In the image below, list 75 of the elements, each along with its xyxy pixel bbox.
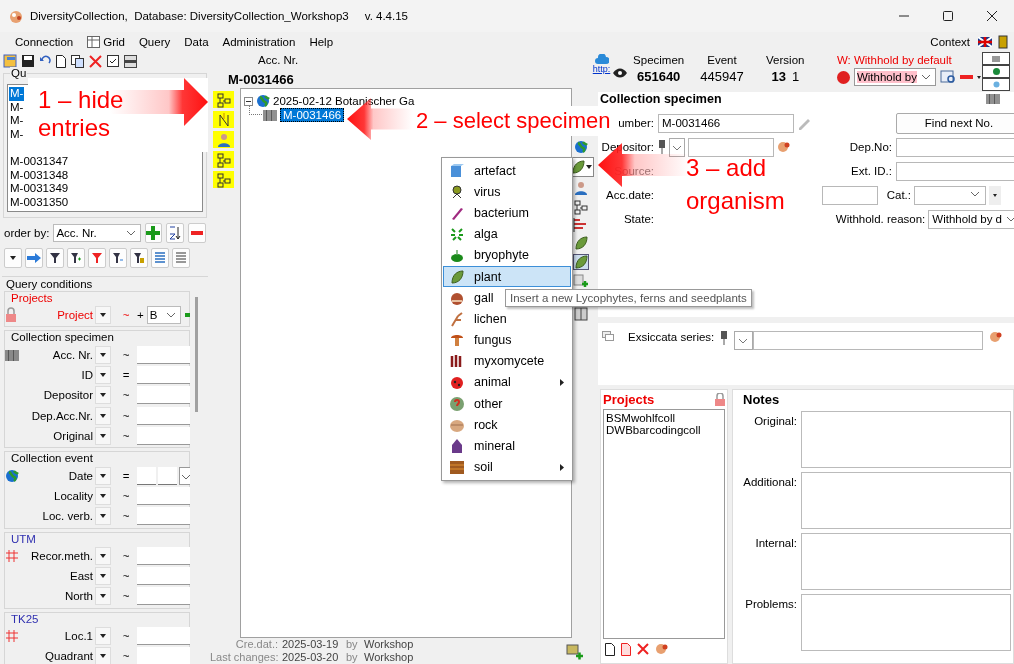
order-by-label: order by: [4, 227, 50, 239]
group-title: Collection specimen [11, 331, 114, 344]
field-label: Withhold. reason: [835, 213, 926, 225]
version-label: v. 4.4.15 [364, 10, 408, 22]
footer-date: 2025-03-19 [282, 638, 340, 651]
condition-label: Original [52, 430, 93, 443]
field-label: State: [622, 213, 654, 225]
group-title: UTM [11, 532, 36, 545]
section-title: Query conditions [5, 277, 94, 291]
field-label: Ext. ID.: [850, 165, 892, 177]
id-value: 1 [791, 69, 800, 84]
footer-label: Cre.dat.: [234, 638, 279, 651]
operator-sign: ~ [121, 409, 131, 422]
operator-sign: ~ [121, 629, 131, 642]
field-label: Acc.date: [605, 189, 654, 201]
withhold-warning: W: Withhold by default [836, 54, 953, 66]
operator-sign: ~ [121, 510, 131, 523]
field-label: Problems: [744, 597, 797, 612]
condition-label: Dep.Acc.Nr. [30, 409, 93, 422]
condition-label: Depositor [42, 389, 93, 402]
footer-label: by [346, 638, 359, 651]
section-title: Projects [603, 392, 655, 407]
condition-label: East [69, 570, 93, 583]
field-label: Original: [753, 414, 797, 429]
operator-sign: = [121, 368, 131, 381]
condition-label: Acc. Nr. [51, 348, 93, 361]
operator-sign: + [137, 309, 144, 322]
group-title: TK25 [11, 612, 39, 625]
condition-label: North [63, 590, 93, 603]
operator-sign: ~ [121, 389, 131, 402]
condition-label: Date [67, 469, 93, 482]
footer-date: 2025-03-20 [282, 651, 340, 664]
field-label: Internal: [754, 536, 797, 551]
id-value: 651640 [636, 69, 681, 84]
column-label: Specimen [633, 54, 685, 66]
operator-sign: = [121, 469, 131, 482]
section-title: Collection specimen [600, 92, 722, 106]
footer-label: Last changes: [210, 651, 280, 664]
accession-number: M-0031466 [228, 72, 294, 87]
tooltip: Insert a new Lycophytes, ferns and seedplants [505, 289, 752, 307]
footer-user: Workshop [364, 651, 415, 664]
annotation-text: 2 – select specimen [416, 108, 611, 133]
condition-label: Loc. verb. [41, 510, 93, 523]
operator-sign: ~ [121, 430, 131, 443]
annotation-text: 1 – hide entries [38, 86, 125, 142]
condition-label: ID [80, 368, 93, 381]
column-label: Version [766, 54, 805, 66]
footer-user: Workshop [364, 638, 415, 651]
field-label: Additional: [742, 475, 797, 490]
operator-sign: ~ [121, 489, 131, 502]
field-label: Exsiccata series: [628, 331, 715, 343]
operator-sign: ~ [121, 348, 131, 361]
field-label: Dep.No: [848, 141, 892, 153]
section-title: Notes [742, 392, 780, 407]
group-title: Collection event [11, 452, 93, 465]
field-label: Acc. Nr. [258, 54, 299, 66]
condition-label: Project [56, 309, 93, 322]
window-title: DiversityCollection, Database: DiversityCollection_Workshop3 [30, 10, 349, 22]
field-label: Cat.: [885, 189, 911, 201]
operator-sign: ~ [121, 549, 131, 562]
id-value: 445947 [700, 69, 744, 84]
annotation-text: 3 – add organism [686, 154, 785, 214]
condition-label: Recor.meth. [30, 549, 93, 562]
operator-sign: ~ [121, 309, 131, 322]
condition-label: Quadrant [44, 650, 93, 663]
condition-label: Locality [53, 489, 93, 502]
operator-sign: ~ [121, 570, 131, 583]
operator-sign: ~ [121, 650, 131, 663]
group-label: Qu [10, 67, 28, 79]
footer-label: by [346, 651, 359, 664]
condition-label: Loc.1 [63, 629, 93, 642]
id-value: 13 [771, 69, 786, 84]
group-title: Projects [11, 292, 53, 304]
operator-sign: ~ [121, 590, 131, 603]
column-label: Event [707, 54, 737, 66]
